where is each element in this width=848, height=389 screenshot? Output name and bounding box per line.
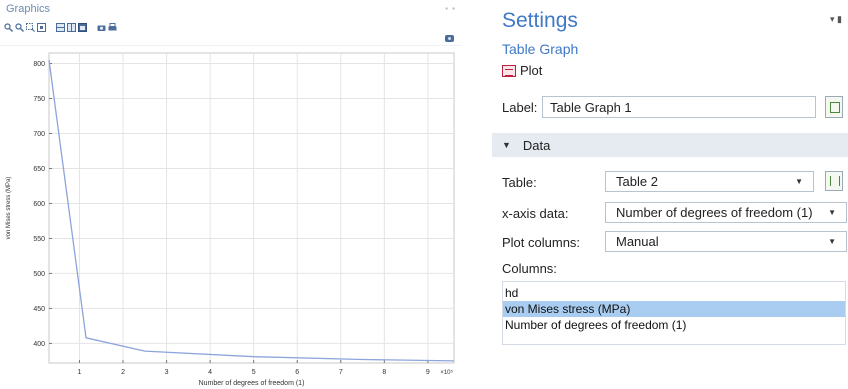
columns-caption: Columns: bbox=[502, 261, 557, 276]
reset-label-icon[interactable] bbox=[825, 96, 843, 118]
x-axis-label: Number of degrees of freedom (1) bbox=[199, 380, 305, 387]
xaxis-caption: x-axis data: bbox=[502, 206, 569, 221]
x-tick-label: 5 bbox=[252, 369, 256, 376]
plot-frame bbox=[48, 52, 455, 364]
plot-button-label: Plot bbox=[520, 63, 543, 78]
list-item[interactable]: hd bbox=[503, 285, 845, 301]
zoom-out-icon[interactable] bbox=[15, 19, 24, 32]
y-tick-label: 550 bbox=[33, 236, 45, 243]
label-field[interactable] bbox=[542, 96, 816, 118]
columns-list[interactable]: hd von Mises stress (MPa) Number of degr… bbox=[502, 281, 846, 345]
zoom-in-icon[interactable] bbox=[4, 19, 13, 32]
x-tick-label: 9 bbox=[426, 369, 430, 376]
zoom-extents-icon[interactable] bbox=[37, 19, 46, 32]
x-tick-label: 2 bbox=[121, 369, 125, 376]
table-caption: Table: bbox=[502, 175, 537, 190]
window-icon[interactable] bbox=[78, 19, 87, 32]
window-controls[interactable]: ▪ ▪ bbox=[445, 4, 456, 13]
chevron-down-icon: ▼ bbox=[795, 177, 803, 186]
camera-icon[interactable] bbox=[97, 19, 106, 31]
table-select-value: Table 2 bbox=[616, 174, 658, 189]
x-tick-label: 6 bbox=[295, 369, 299, 376]
graphics-toolbar bbox=[4, 16, 117, 32]
settings-window: Settings ▾ ▮ Table Graph Plot Label: ▼ D… bbox=[492, 0, 848, 389]
go-to-source-icon[interactable] bbox=[825, 171, 843, 191]
x-tick-label: 3 bbox=[165, 369, 169, 376]
plot-icon bbox=[502, 64, 516, 77]
x-tick-label: 1 bbox=[78, 369, 82, 376]
x-tick-label: 4 bbox=[208, 369, 212, 376]
chevron-down-icon: ▼ bbox=[828, 237, 836, 246]
plot-button[interactable]: Plot bbox=[502, 63, 542, 78]
settings-title: Settings bbox=[502, 9, 578, 32]
y-tick-label: 450 bbox=[33, 306, 45, 313]
plot-columns-select-value: Manual bbox=[616, 234, 659, 249]
x-tick-label: 7 bbox=[339, 369, 343, 376]
data-section-title: Data bbox=[522, 137, 551, 153]
plot-columns-caption: Plot columns: bbox=[502, 235, 581, 250]
x-tick-label: 8 bbox=[382, 369, 386, 376]
list-item-selected[interactable]: von Mises stress (MPa) bbox=[503, 301, 845, 317]
pin-icon[interactable]: ▾ ▮ bbox=[830, 14, 842, 25]
y-tick-label: 600 bbox=[33, 201, 45, 208]
zoom-box-icon[interactable] bbox=[26, 19, 35, 32]
y-tick-label: 800 bbox=[33, 61, 45, 68]
graphics-window: Graphics ▪ ▪ 1 2 3 4 5 6 7 8 9 400 450 500 550 600 650… bbox=[0, 0, 462, 389]
grid-icon[interactable] bbox=[56, 19, 65, 32]
chevron-down-icon: ▼ bbox=[828, 208, 836, 217]
y-tick-label: 700 bbox=[33, 131, 45, 138]
y-tick-label: 750 bbox=[33, 96, 45, 103]
xaxis-select-value: Number of degrees of freedom (1) bbox=[616, 205, 813, 220]
table-graph-plot: 1 2 3 4 5 6 7 8 9 400 450 500 550 600 650 700 750 800 ×10⁵… bbox=[6, 52, 455, 387]
x-multiplier-label: ×10⁵ bbox=[440, 369, 453, 376]
print-icon[interactable] bbox=[108, 19, 117, 30]
y-tick-label: 650 bbox=[33, 166, 45, 173]
label-caption: Label: bbox=[502, 100, 538, 115]
screenshot-icon[interactable] bbox=[445, 35, 454, 42]
y-tick-label: 500 bbox=[33, 271, 45, 278]
xaxis-select[interactable]: Number of degrees of freedom (1) ▼ bbox=[605, 202, 847, 223]
y-axis-label: von Mises stress (MPa) bbox=[6, 177, 12, 240]
node-type-title: Table Graph bbox=[502, 41, 579, 57]
data-section-header[interactable]: ▼ Data bbox=[492, 133, 848, 157]
collapse-triangle-icon: ▼ bbox=[502, 140, 511, 150]
list-item[interactable]: Number of degrees of freedom (1) bbox=[503, 317, 845, 333]
graphics-title: Graphics bbox=[6, 3, 51, 15]
layout-icon[interactable] bbox=[67, 19, 76, 32]
y-tick-label: 400 bbox=[33, 341, 45, 348]
plot-columns-select[interactable]: Manual ▼ bbox=[605, 231, 847, 252]
table-select[interactable]: Table 2 ▼ bbox=[605, 171, 814, 192]
